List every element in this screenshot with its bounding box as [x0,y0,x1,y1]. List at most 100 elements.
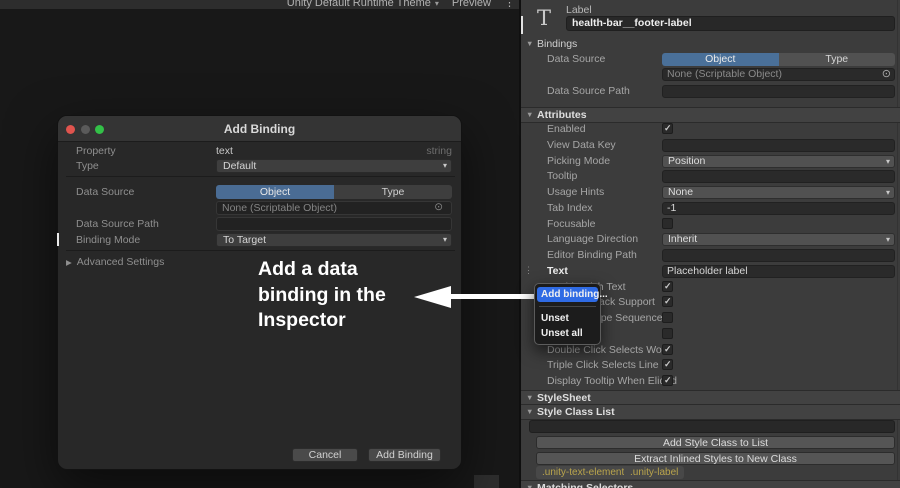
attr-row-usage-hints: Usage Hints None ▾ [521,185,900,201]
menu-item-unset[interactable]: Unset [537,311,598,326]
inspector-panel: T Label health-bar__footer-label ▼ Bindi… [519,0,900,488]
object-reference-field[interactable]: None (Scriptable Object) ⊙ [216,201,452,215]
object-reference-field[interactable]: None (Scriptable Object) ⊙ [662,68,895,81]
foldout-arrow-icon: ▼ [526,39,534,48]
enabled-checkbox[interactable] [662,123,673,134]
label-type-icon: T [536,6,551,30]
object-reference-row: None (Scriptable Object) ⊙ [58,201,463,215]
attr-row-text: ⋮ Text Placeholder label [521,264,900,280]
attr-row-tab-index: Tab Index -1 [521,201,900,217]
tab-object[interactable]: Object [662,53,779,66]
chevron-down-icon: ▾ [434,0,439,8]
override-indicator [521,16,523,34]
foldout-arrow-icon: ▼ [526,110,534,119]
foldout-arrow-icon: ▼ [526,483,534,488]
tab-index-field[interactable]: -1 [662,201,895,215]
attributes-section-header[interactable]: ▼ Attributes [521,107,900,123]
property-row: Property text string [76,145,452,157]
language-direction-dropdown[interactable]: Inherit ▾ [662,233,895,247]
cancel-button[interactable]: Cancel [292,448,358,462]
property-type: string [426,145,452,157]
menu-item-unset-all[interactable]: Unset all [537,326,598,341]
theme-dropdown[interactable]: Unity Default Runtime Theme ▾ [287,0,439,9]
screenshot-root: Unity Default Runtime Theme ▾ Preview ⋮ T… [0,0,900,488]
attr-row-tooltip: Tooltip [521,169,900,185]
foldout-arrow-icon: ▼ [526,407,534,416]
focusable-checkbox[interactable] [662,217,673,229]
data-source-path-field[interactable] [216,217,452,231]
display-tooltip-checkbox[interactable] [662,375,673,386]
add-binding-button[interactable]: Add Binding [368,448,441,462]
tab-type[interactable]: Type [778,53,895,66]
chevron-down-icon: ▾ [885,156,890,166]
enable-rich-text-checkbox[interactable] [662,280,673,292]
style-class-list-header[interactable]: ▼ Style Class List [521,404,900,420]
view-data-key-field[interactable] [662,138,895,152]
chevron-down-icon: ▾ [885,235,890,245]
zoom-window-button[interactable] [95,124,104,134]
usage-hints-dropdown[interactable]: None ▾ [662,186,895,199]
type-dropdown[interactable]: Default ▾ [216,159,452,173]
matching-selectors-header[interactable]: ▼ Matching Selectors [521,480,900,488]
attr-row-language-direction: Language Direction Inherit ▾ [521,232,900,248]
data-source-tabs: Object Type [216,185,452,199]
data-source-path-field[interactable] [662,85,895,98]
double-click-checkbox[interactable] [662,343,673,355]
dialog-titlebar[interactable]: Add Binding [58,116,461,142]
advanced-settings-foldout[interactable]: ▶ Advanced Settings [66,256,164,268]
tab-object[interactable]: Object [216,185,334,199]
preview-button[interactable]: Preview [452,0,491,9]
tab-type[interactable]: Type [334,185,452,199]
type-row: Type Default ▾ [58,159,463,173]
viewport-toolbar: Unity Default Runtime Theme ▾ Preview ⋮ [0,0,519,9]
add-style-class-button[interactable]: Add Style Class to List [536,436,895,449]
triple-click-checkbox[interactable] [662,359,673,371]
foldout-arrow-icon: ▶ [66,258,72,267]
element-type-label: Label [566,4,592,16]
attr-row-display-tooltip: Display Tooltip When Elided [521,374,900,390]
chevron-down-icon: ▾ [442,235,447,244]
attr-row-enabled: Enabled [521,122,900,138]
binding-mode-dropdown[interactable]: To Target ▾ [216,233,452,247]
text-field[interactable]: Placeholder label [662,264,895,278]
drag-handle-icon[interactable]: ⋮ [524,264,533,277]
picking-mode-dropdown[interactable]: Position ▾ [662,154,895,168]
bindings-data-source-row: Data Source Object Type [521,52,900,68]
data-source-tabs: Object Type [662,53,895,66]
divider [66,176,455,177]
element-name-field[interactable]: health-bar__footer-label [566,16,895,31]
class-chip[interactable]: .unity-text-element [536,466,631,479]
class-chip[interactable]: .unity-label [624,466,685,479]
selectable-checkbox[interactable] [662,327,673,339]
close-window-button[interactable] [66,124,75,134]
divider [66,250,455,251]
attr-row-focusable: Focusable [521,217,900,233]
object-picker-icon[interactable]: ⊙ [882,68,891,81]
tooltip-field[interactable] [662,170,895,184]
menu-separator [539,306,596,307]
menu-item-add-binding[interactable]: Add binding... [537,287,608,302]
parse-escape-checkbox[interactable] [662,312,673,323]
attr-row-view-data-key: View Data Key [521,138,900,154]
annotation-arrow-icon [414,286,451,308]
style-class-input[interactable] [529,420,895,433]
attr-row-editor-binding-path: Editor Binding Path [521,248,900,264]
kebab-menu-icon[interactable]: ⋮ [504,0,515,9]
extract-styles-button[interactable]: Extract Inlined Styles to New Class [536,452,895,465]
minimize-window-button[interactable] [80,124,90,134]
emoji-fallback-checkbox[interactable] [662,296,673,308]
bindings-foldout[interactable]: ▼ Bindings [521,37,900,51]
object-picker-icon[interactable]: ⊙ [429,201,448,213]
chevron-down-icon: ▾ [885,188,890,197]
annotation-arrow-shaft [449,294,535,299]
attr-row-picking-mode: Picking Mode Position ▾ [521,154,900,170]
data-source-row: Data Source Object Type [58,185,463,199]
editor-binding-path-field[interactable] [662,249,895,262]
chevron-down-icon: ▾ [442,161,447,170]
annotation-text: Add a data binding in the Inspector [258,258,386,331]
binding-mode-row: Binding Mode To Target ▾ [58,233,463,247]
foldout-arrow-icon: ▼ [526,393,534,402]
bindings-path-row: Data Source Path [521,84,900,100]
scrollbar-fragment[interactable] [474,475,499,488]
dialog-title: Add Binding [223,122,296,136]
